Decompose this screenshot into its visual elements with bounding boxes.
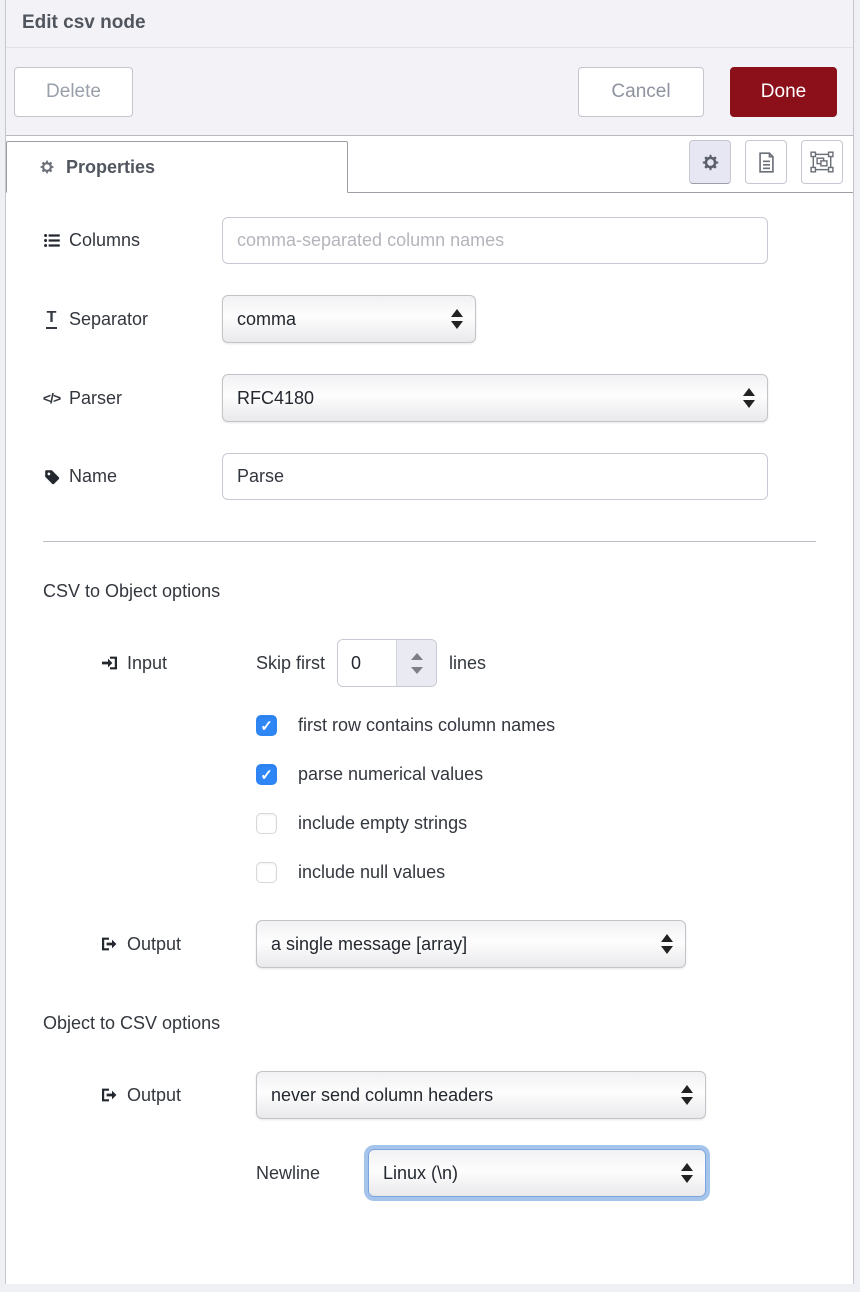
properties-view-button[interactable] bbox=[689, 140, 731, 184]
delete-button[interactable]: Delete bbox=[14, 67, 133, 117]
csv-output-select-value: a single message [array] bbox=[271, 934, 467, 955]
sign-out-icon bbox=[101, 1087, 118, 1103]
object-output-row: Output never send column headers bbox=[43, 1071, 816, 1119]
text-width-icon: T bbox=[43, 310, 60, 329]
properties-panel: Columns T Separator comma </> Parser RFC… bbox=[6, 193, 853, 1284]
separator-select[interactable]: comma bbox=[222, 295, 476, 343]
select-arrows-icon bbox=[681, 1085, 693, 1105]
document-icon bbox=[757, 152, 776, 173]
object-output-select-value: never send column headers bbox=[271, 1085, 493, 1106]
spinner-up-icon[interactable] bbox=[411, 653, 423, 660]
parse-numerical-checkbox[interactable] bbox=[256, 764, 277, 785]
dialog-header: Edit csv node bbox=[6, 0, 853, 48]
spinner-buttons[interactable] bbox=[397, 640, 436, 686]
tab-properties[interactable]: Properties bbox=[6, 141, 348, 193]
done-button[interactable]: Done bbox=[730, 67, 837, 117]
select-arrows-icon bbox=[743, 388, 755, 408]
csv-output-select[interactable]: a single message [array] bbox=[256, 920, 686, 968]
select-arrows-icon bbox=[661, 934, 673, 954]
appearance-view-button[interactable] bbox=[801, 140, 843, 184]
input-label: Input bbox=[101, 653, 256, 674]
code-icon: </> bbox=[43, 390, 60, 406]
columns-input[interactable] bbox=[222, 217, 768, 264]
list-icon bbox=[43, 233, 60, 248]
checkbox-row: include null values bbox=[256, 862, 816, 883]
toolbar-right: Cancel Done bbox=[578, 67, 837, 117]
csv-output-row: Output a single message [array] bbox=[43, 920, 816, 968]
checkbox-row: include empty strings bbox=[256, 813, 816, 834]
output-label: Output bbox=[101, 1085, 256, 1106]
parser-label: </> Parser bbox=[43, 388, 222, 409]
description-view-button[interactable] bbox=[745, 140, 787, 184]
skip-first-suffix: lines bbox=[449, 653, 486, 674]
output-label: Output bbox=[101, 934, 256, 955]
newline-row: Newline Linux (\n) bbox=[43, 1149, 816, 1197]
tab-bar: Properties bbox=[6, 136, 853, 193]
view-buttons bbox=[689, 140, 853, 192]
sign-in-icon bbox=[101, 655, 118, 671]
newline-label: Newline bbox=[256, 1163, 368, 1184]
tag-icon bbox=[43, 469, 60, 485]
separator-label: T Separator bbox=[43, 309, 222, 330]
checkbox-row: first row contains column names bbox=[256, 715, 816, 736]
separator-row: T Separator comma bbox=[43, 295, 816, 343]
columns-label: Columns bbox=[43, 230, 222, 251]
separator-select-value: comma bbox=[237, 309, 296, 330]
input-options-row: Input Skip first lines bbox=[43, 639, 816, 687]
newline-select[interactable]: Linux (\n) bbox=[368, 1149, 706, 1197]
section-divider bbox=[43, 541, 816, 542]
name-row: Name bbox=[43, 453, 816, 500]
tab-properties-label: Properties bbox=[66, 157, 155, 178]
select-arrows-icon bbox=[451, 309, 463, 329]
edit-csv-node-dialog: Edit csv node Delete Cancel Done Propert… bbox=[5, 0, 854, 1284]
spinner-down-icon[interactable] bbox=[411, 667, 423, 674]
include-empty-strings-checkbox[interactable] bbox=[256, 813, 277, 834]
skip-lines-input[interactable] bbox=[338, 640, 397, 686]
select-arrows-icon bbox=[681, 1163, 693, 1183]
skip-first-prefix: Skip first bbox=[256, 653, 325, 674]
skip-lines-spinner bbox=[337, 639, 437, 687]
name-input[interactable] bbox=[222, 453, 768, 500]
newline-select-value: Linux (\n) bbox=[383, 1163, 458, 1184]
appearance-icon bbox=[810, 151, 834, 173]
name-label: Name bbox=[43, 466, 222, 487]
object-output-select[interactable]: never send column headers bbox=[256, 1071, 706, 1119]
parser-row: </> Parser RFC4180 bbox=[43, 374, 816, 422]
include-null-values-checkbox[interactable] bbox=[256, 862, 277, 883]
cancel-button[interactable]: Cancel bbox=[578, 67, 704, 117]
dialog-toolbar: Delete Cancel Done bbox=[6, 48, 853, 136]
columns-row: Columns bbox=[43, 217, 816, 264]
sign-out-icon bbox=[101, 936, 118, 952]
parser-select-value: RFC4180 bbox=[237, 388, 314, 409]
dialog-title: Edit csv node bbox=[22, 12, 146, 33]
gear-icon bbox=[701, 153, 720, 172]
parser-select[interactable]: RFC4180 bbox=[222, 374, 768, 422]
csv-to-object-heading: CSV to Object options bbox=[43, 581, 816, 602]
gear-icon bbox=[38, 159, 55, 175]
first-row-names-checkbox[interactable] bbox=[256, 715, 277, 736]
object-to-csv-heading: Object to CSV options bbox=[43, 1013, 816, 1034]
checkbox-row: parse numerical values bbox=[256, 764, 816, 785]
